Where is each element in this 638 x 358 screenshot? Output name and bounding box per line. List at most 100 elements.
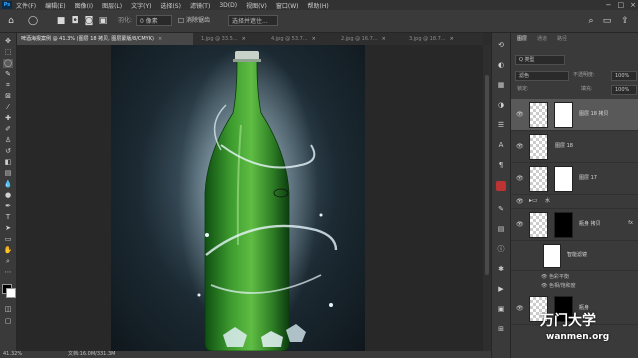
layer-mask-thumbnail[interactable]	[554, 212, 573, 238]
eraser-tool-icon[interactable]: ◧	[3, 158, 13, 167]
fx-icon[interactable]: fx	[628, 220, 633, 226]
filter-mask-thumbnail[interactable]	[543, 244, 561, 268]
hand-tool-icon[interactable]: ✋	[3, 246, 13, 255]
close-button[interactable]: ×	[630, 0, 636, 10]
zoom-level[interactable]: 41.32%	[3, 351, 22, 358]
visibility-eye-icon[interactable]: 👁	[516, 305, 524, 312]
menu-window[interactable]: 窗口(W)	[276, 1, 299, 10]
history-icon[interactable]: ⟲	[496, 41, 506, 50]
layer-row-bottle-copy[interactable]: 👁 瓶身 拷贝 fx	[511, 209, 638, 241]
layer-thumbnail[interactable]	[529, 134, 548, 160]
search-icon[interactable]: ⌕	[586, 16, 596, 26]
smart-filters-row[interactable]: 智能滤镜	[511, 241, 638, 271]
paragraph-icon[interactable]: ¶	[496, 161, 506, 170]
menu-view[interactable]: 视图(V)	[246, 1, 267, 10]
layer-row-18-copy[interactable]: 👁 图层 18 拷贝	[511, 99, 638, 131]
menu-help[interactable]: 帮助(H)	[308, 1, 329, 10]
channels-icon[interactable]: ▤	[496, 225, 506, 234]
visibility-eye-icon[interactable]: 👁	[516, 175, 524, 182]
menu-type[interactable]: 文字(Y)	[131, 1, 151, 10]
menu-file[interactable]: 文件(F)	[16, 1, 36, 10]
character-icon[interactable]: A	[496, 141, 506, 150]
history-brush-tool-icon[interactable]: ↺	[3, 147, 13, 156]
close-tab-icon[interactable]: ×	[158, 36, 162, 42]
healing-tool-icon[interactable]: ✚	[3, 114, 13, 123]
screen-mode-icon[interactable]: ▢	[3, 317, 13, 326]
tab-beer-poster[interactable]: 啤酒海报案例 @ 41.3% (图层 18 拷贝, 图层蒙版/8/CMYK) ×	[17, 33, 193, 45]
intersect-selection-icon[interactable]: ▣	[98, 16, 108, 26]
lasso-tool-preset-icon[interactable]: ◯	[28, 16, 38, 26]
quick-mask-icon[interactable]: ◫	[3, 305, 13, 314]
menu-3d[interactable]: 3D(D)	[219, 2, 237, 9]
select-and-mask-button[interactable]: 选择并遮住...	[228, 15, 278, 26]
tab-1-jpg[interactable]: 1.jpg @ 33.5... ×	[197, 33, 267, 45]
move-tool-icon[interactable]: ✥	[3, 37, 13, 46]
layer-thumbnail[interactable]	[529, 212, 548, 238]
tab-paths[interactable]: 路径	[557, 35, 567, 44]
layer-mask-thumbnail[interactable]	[554, 166, 573, 192]
brush-settings-icon[interactable]: ✎	[496, 205, 506, 214]
fill-input[interactable]: 100%	[611, 85, 637, 95]
visibility-eye-icon[interactable]: 👁	[516, 221, 524, 228]
new-selection-icon[interactable]: ■	[56, 16, 66, 26]
lasso-tool-icon[interactable]: ◯	[3, 59, 13, 68]
add-selection-icon[interactable]: ◘	[70, 16, 80, 26]
shape-tool-icon[interactable]: ▭	[3, 235, 13, 244]
filter-hue-saturation[interactable]: 👁 色相/饱和度	[541, 282, 576, 290]
zoom-tool-icon[interactable]: ⌕	[3, 257, 13, 266]
menu-filter[interactable]: 滤镜(T)	[190, 1, 210, 10]
feather-input[interactable]: 0 像素	[136, 15, 172, 26]
close-tab-icon[interactable]: ×	[450, 36, 454, 42]
marquee-tool-icon[interactable]: ⬚	[3, 48, 13, 57]
document-canvas[interactable]	[111, 45, 365, 351]
eyedropper-tool-icon[interactable]: ⁄	[3, 103, 13, 112]
layer-comps-icon[interactable]: ▣	[496, 305, 506, 314]
tab-4-jpg[interactable]: 4.jpg @ 53.7... ×	[267, 33, 333, 45]
properties-icon[interactable]: ☰	[496, 121, 506, 130]
navigator-icon[interactable]: ⊞	[496, 325, 506, 334]
tab-channels[interactable]: 通道	[537, 35, 547, 44]
gradient-tool-icon[interactable]: ▤	[3, 169, 13, 178]
layer-group-water[interactable]: 👁 ▸▭ 水	[511, 195, 638, 209]
glyphs-icon[interactable]: ✱	[496, 265, 506, 274]
dodge-tool-icon[interactable]: ●	[3, 191, 13, 200]
scrollbar-thumb[interactable]	[485, 75, 489, 275]
vertical-scrollbar[interactable]	[483, 45, 491, 351]
close-tab-icon[interactable]: ×	[382, 36, 386, 42]
visibility-eye-icon[interactable]: 👁	[516, 111, 524, 118]
quick-select-tool-icon[interactable]: ✎	[3, 70, 13, 79]
pen-tool-icon[interactable]: ✒	[3, 202, 13, 211]
color-icon[interactable]: ◐	[496, 61, 506, 70]
layer-name[interactable]: 图层 17	[579, 174, 597, 183]
menu-edit[interactable]: 编辑(E)	[45, 1, 65, 10]
swatches-icon[interactable]: ▦	[496, 81, 506, 90]
brush-tool-icon[interactable]: ✐	[3, 125, 13, 134]
layer-row-18[interactable]: 👁 图层 18	[511, 131, 638, 163]
maximize-button[interactable]: □	[618, 0, 625, 10]
layer-row-17[interactable]: 👁 图层 17	[511, 163, 638, 195]
close-tab-icon[interactable]: ×	[242, 36, 246, 42]
type-tool-icon[interactable]: T	[3, 213, 13, 222]
stamp-tool-icon[interactable]: ♙	[3, 136, 13, 145]
blur-tool-icon[interactable]: 💧	[3, 180, 13, 189]
layer-name[interactable]: 瓶身 拷贝	[579, 220, 601, 229]
workspace-icon[interactable]: ▭	[602, 16, 612, 26]
layer-mask-thumbnail[interactable]	[554, 102, 573, 128]
tab-2-jpg[interactable]: 2.jpg @ 16.7... ×	[337, 33, 403, 45]
more-tools-icon[interactable]: ⋯	[3, 268, 13, 277]
subtract-selection-icon[interactable]: ◙	[84, 16, 94, 26]
actions-icon[interactable]: ▶	[496, 285, 506, 294]
minimize-button[interactable]: −	[606, 0, 612, 10]
tab-3-jpg[interactable]: 3.jpg @ 18.7... ×	[405, 33, 471, 45]
close-tab-icon[interactable]: ×	[312, 36, 316, 42]
opacity-input[interactable]: 100%	[611, 71, 637, 81]
record-icon[interactable]	[496, 181, 506, 191]
background-color-swatch[interactable]	[6, 288, 16, 298]
canvas-area[interactable]	[17, 45, 483, 351]
menu-select[interactable]: 选择(S)	[160, 1, 181, 10]
tab-layers[interactable]: 图层	[517, 35, 527, 44]
layer-name[interactable]: 图层 18	[555, 142, 573, 151]
adjustments-icon[interactable]: ◑	[496, 101, 506, 110]
blend-mode-select[interactable]: 滤色	[515, 71, 569, 81]
antialias-checkbox[interactable]: ☐	[176, 16, 186, 26]
